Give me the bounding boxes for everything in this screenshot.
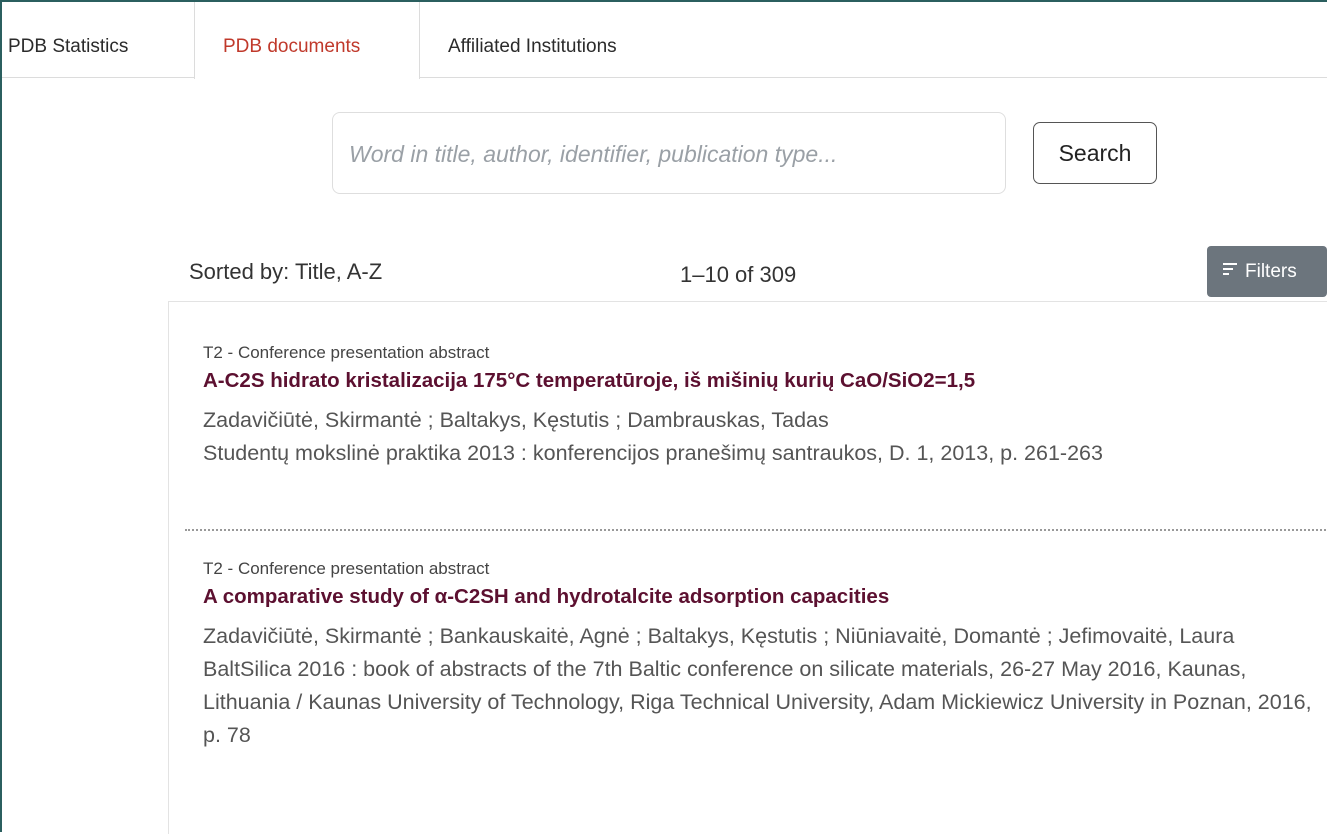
results-count: 1–10 of 309 [680, 262, 797, 287]
publication-type: T2 - Conference presentation abstract [203, 559, 490, 578]
tab-pdb-statistics[interactable]: PDB Statistics [4, 2, 194, 78]
sort-indicator[interactable]: Sorted by: Title, A-Z [189, 259, 382, 285]
filters-label: Filters [1245, 260, 1297, 282]
filters-button[interactable]: Filters [1207, 246, 1327, 297]
tab-label: PDB documents [223, 36, 361, 57]
tab-bar: PDB Statistics PDB documents Affiliated … [2, 2, 1327, 79]
publication-type: T2 - Conference presentation abstract [203, 343, 490, 362]
result-title-link[interactable]: A comparative study of α-C2SH and hydrot… [203, 584, 1323, 610]
filter-icon [1223, 263, 1237, 276]
result-authors: Zadavičiūtė, Skirmantė ; Baltakys, Kęstu… [203, 408, 829, 432]
result-source: Studentų mokslinė praktika 2013 : konfer… [203, 441, 1103, 465]
list-item: T2 - Conference presentation abstract A … [203, 558, 1323, 752]
tab-label: Affiliated Institutions [448, 36, 617, 57]
page-frame: PDB Statistics PDB documents Affiliated … [0, 0, 1327, 834]
tab-affiliated-institutions[interactable]: Affiliated Institutions [420, 2, 720, 78]
results-panel: T2 - Conference presentation abstract A-… [168, 301, 1327, 834]
results-divider [185, 529, 1327, 531]
list-item: T2 - Conference presentation abstract A-… [203, 342, 1323, 470]
result-source: BaltSilica 2016 : book of abstracts of t… [203, 657, 1312, 747]
result-authors: Zadavičiūtė, Skirmantė ; Bankauskaitė, A… [203, 624, 1235, 648]
result-title-link[interactable]: A-C2S hidrato kristalizacija 175°C tempe… [203, 368, 1323, 394]
tab-label: PDB Statistics [8, 36, 129, 57]
search-box [332, 112, 1006, 195]
tab-pdb-documents[interactable]: PDB documents [194, 2, 420, 79]
search-input[interactable] [347, 113, 991, 195]
search-button[interactable]: Search [1033, 122, 1157, 184]
